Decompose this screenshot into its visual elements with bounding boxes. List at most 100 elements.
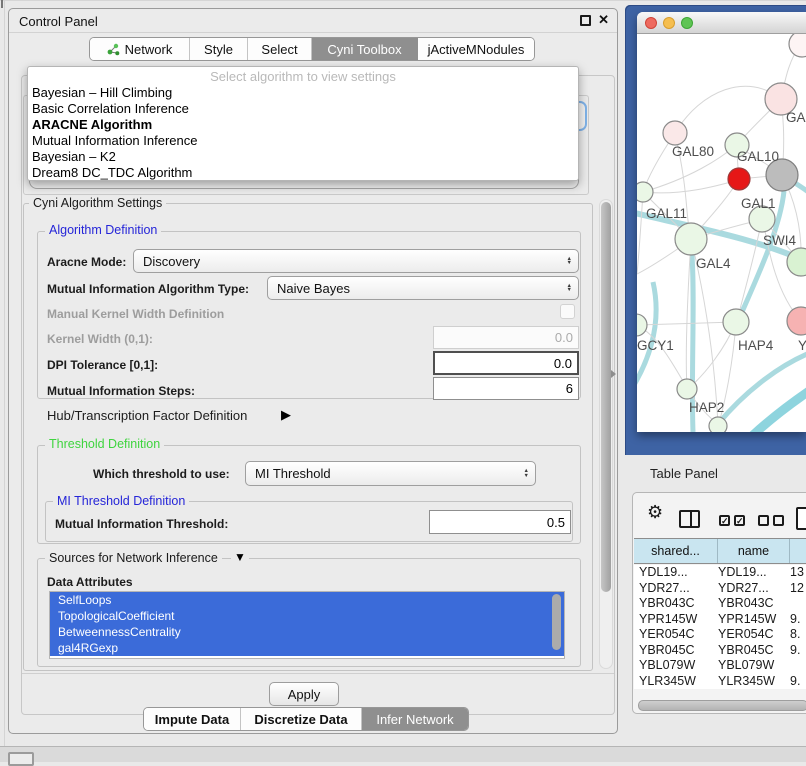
column-header-shared-name[interactable]: shared...: [634, 539, 718, 563]
network-tab-icon: [107, 43, 120, 56]
settings-scrollbar-thumb[interactable]: [601, 202, 611, 592]
settings-bottom-separator: [22, 673, 614, 674]
dpi-tolerance-input[interactable]: [433, 351, 579, 375]
mi-algorithm-type-value: Naive Bayes: [277, 281, 350, 296]
mac-minimize-icon[interactable]: [663, 17, 675, 29]
cell-name: YER054C: [718, 627, 790, 643]
node-label: Y: [798, 338, 806, 353]
list-item[interactable]: SelfLoops: [50, 592, 564, 608]
cell-value: 13: [790, 565, 806, 581]
sources-expander-down-icon[interactable]: ▼: [231, 550, 249, 564]
aracne-mode-select[interactable]: Discovery ▲▼: [133, 249, 579, 273]
list-item[interactable]: gal4RGexp: [50, 640, 564, 656]
mac-zoom-icon[interactable]: [681, 17, 693, 29]
tab-network[interactable]: Network: [90, 38, 190, 60]
close-panel-icon[interactable]: ✕: [598, 12, 609, 28]
data-attributes-list: SelfLoops TopologicalCoefficient Between…: [49, 591, 565, 659]
cell-value: 9.: [790, 674, 806, 690]
deselect-all-icon[interactable]: [773, 515, 784, 526]
table-row[interactable]: YBR043C YBR043C: [634, 596, 806, 612]
table-row[interactable]: YDR27... YDR27... 12: [634, 581, 806, 597]
hub-expander-right-icon[interactable]: ▶: [281, 407, 291, 423]
tab-jactivemnodules[interactable]: jActiveMNodules: [418, 38, 534, 60]
list-scrollbar-thumb[interactable]: [552, 594, 561, 650]
algorithm-option[interactable]: Mutual Information Inference: [28, 133, 578, 149]
node-gal80[interactable]: [663, 121, 687, 145]
tab-discretize-data[interactable]: Discretize Data: [241, 708, 362, 730]
which-threshold-select[interactable]: MI Threshold ▲▼: [245, 461, 536, 486]
cell-name: YDR27...: [718, 581, 790, 597]
mac-close-icon[interactable]: [645, 17, 657, 29]
node-bottom-partial[interactable]: [709, 417, 727, 432]
tab-style-label: Style: [204, 42, 233, 57]
gear-icon[interactable]: ⚙: [647, 502, 663, 523]
algorithm-option[interactable]: Bayesian – Hill Climbing: [28, 85, 578, 101]
table-row[interactable]: YLR345W YLR345W 9.: [634, 674, 806, 690]
apply-button[interactable]: Apply: [269, 682, 339, 706]
network-canvas[interactable]: GAL GAL80 GAL10 GAL1 GAL11 SWI4 GAL4 GCY…: [637, 34, 806, 432]
manual-kernel-width-checkbox[interactable]: [560, 304, 575, 319]
node-hap2[interactable]: [677, 379, 697, 399]
node-label: HAP4: [738, 338, 774, 353]
deselect-all-icon[interactable]: [758, 515, 769, 526]
cell-name: YPR145W: [718, 612, 790, 628]
sources-title: Sources for Network Inference: [45, 552, 222, 565]
table-row[interactable]: YBL079W YBL079W: [634, 658, 806, 674]
mi-algorithm-type-select[interactable]: Naive Bayes ▲▼: [267, 276, 579, 300]
algorithm-option[interactable]: Dream8 DC_TDC Algorithm: [28, 165, 578, 181]
tab-style[interactable]: Style: [190, 38, 248, 60]
tab-infer-network[interactable]: Infer Network: [362, 708, 468, 730]
kernel-width-input[interactable]: [433, 326, 579, 349]
table-row[interactable]: YPR145W YPR145W 9.: [634, 612, 806, 628]
node-red[interactable]: [728, 168, 750, 190]
node-label: GAL1: [741, 196, 776, 211]
algorithm-option[interactable]: Basic Correlation Inference: [28, 101, 578, 117]
algorithm-definition-title: Algorithm Definition: [45, 224, 161, 237]
tab-select[interactable]: Select: [248, 38, 312, 60]
list-item[interactable]: TopologicalCoefficient: [50, 608, 564, 624]
mi-threshold-definition-title: MI Threshold Definition: [53, 495, 189, 508]
tab-jactivemnodules-label: jActiveMNodules: [428, 42, 525, 57]
cyni-bottom-tabbar: Impute Data Discretize Data Infer Networ…: [143, 707, 469, 731]
algorithm-option-selected[interactable]: ARACNE Algorithm: [28, 117, 578, 133]
network-window-titlebar[interactable]: [637, 12, 806, 34]
tab-discretize-data-label: Discretize Data: [254, 712, 347, 727]
control-panel-title: Control Panel: [19, 14, 98, 29]
tab-impute-data[interactable]: Impute Data: [144, 708, 241, 730]
column-header-partial[interactable]: [790, 539, 806, 563]
network-view-window: GAL GAL80 GAL10 GAL1 GAL11 SWI4 GAL4 GCY…: [637, 12, 806, 432]
algorithm-option[interactable]: Bayesian – K2: [28, 149, 578, 165]
node-gcy1[interactable]: [637, 314, 647, 336]
float-window-icon[interactable]: [580, 15, 591, 26]
select-all-checked-icon[interactable]: ✓: [719, 515, 730, 526]
node-top-partial[interactable]: [789, 34, 806, 57]
table-row[interactable]: YDL19... YDL19... 13: [634, 565, 806, 581]
column-header-name[interactable]: name: [718, 539, 790, 563]
list-item[interactable]: BetweennessCentrality: [50, 624, 564, 640]
control-panel-titlebar: Control Panel ✕: [9, 9, 617, 33]
cell-name: YBR045C: [718, 643, 790, 659]
control-panel-tabbar: Network Style Select Cyni Toolbox jActiv…: [89, 37, 535, 61]
node-gal4[interactable]: [675, 223, 707, 255]
threshold-definition-title: Threshold Definition: [45, 438, 164, 451]
node-gal11[interactable]: [637, 182, 653, 202]
hub-expander-label[interactable]: Hub/Transcription Factor Definition: [47, 408, 247, 423]
export-table-icon[interactable]: [796, 507, 806, 530]
mi-threshold-input[interactable]: [429, 510, 571, 534]
column-view-icon[interactable]: [679, 510, 700, 528]
table-row[interactable]: YBR045C YBR045C 9.: [634, 643, 806, 659]
select-all-checked-icon[interactable]: ✓: [734, 515, 745, 526]
table-row[interactable]: YER054C YER054C 8.: [634, 627, 806, 643]
mini-panel-icon[interactable]: [8, 752, 34, 766]
top-edge-line: [0, 0, 806, 1]
cell-shared-name: YBR043C: [634, 596, 718, 612]
mi-steps-input[interactable]: [433, 377, 579, 400]
tab-cyni-toolbox[interactable]: Cyni Toolbox: [312, 38, 418, 60]
node-y-partial[interactable]: [787, 307, 806, 335]
cell-name: YLR345W: [718, 674, 790, 690]
node-hap4[interactable]: [723, 309, 749, 335]
cell-name: YBR043C: [718, 596, 790, 612]
table-hscrollbar-thumb[interactable]: [638, 700, 806, 711]
panel-splitter-arrow[interactable]: [611, 370, 616, 378]
mi-steps-label: Mutual Information Steps:: [47, 384, 195, 398]
